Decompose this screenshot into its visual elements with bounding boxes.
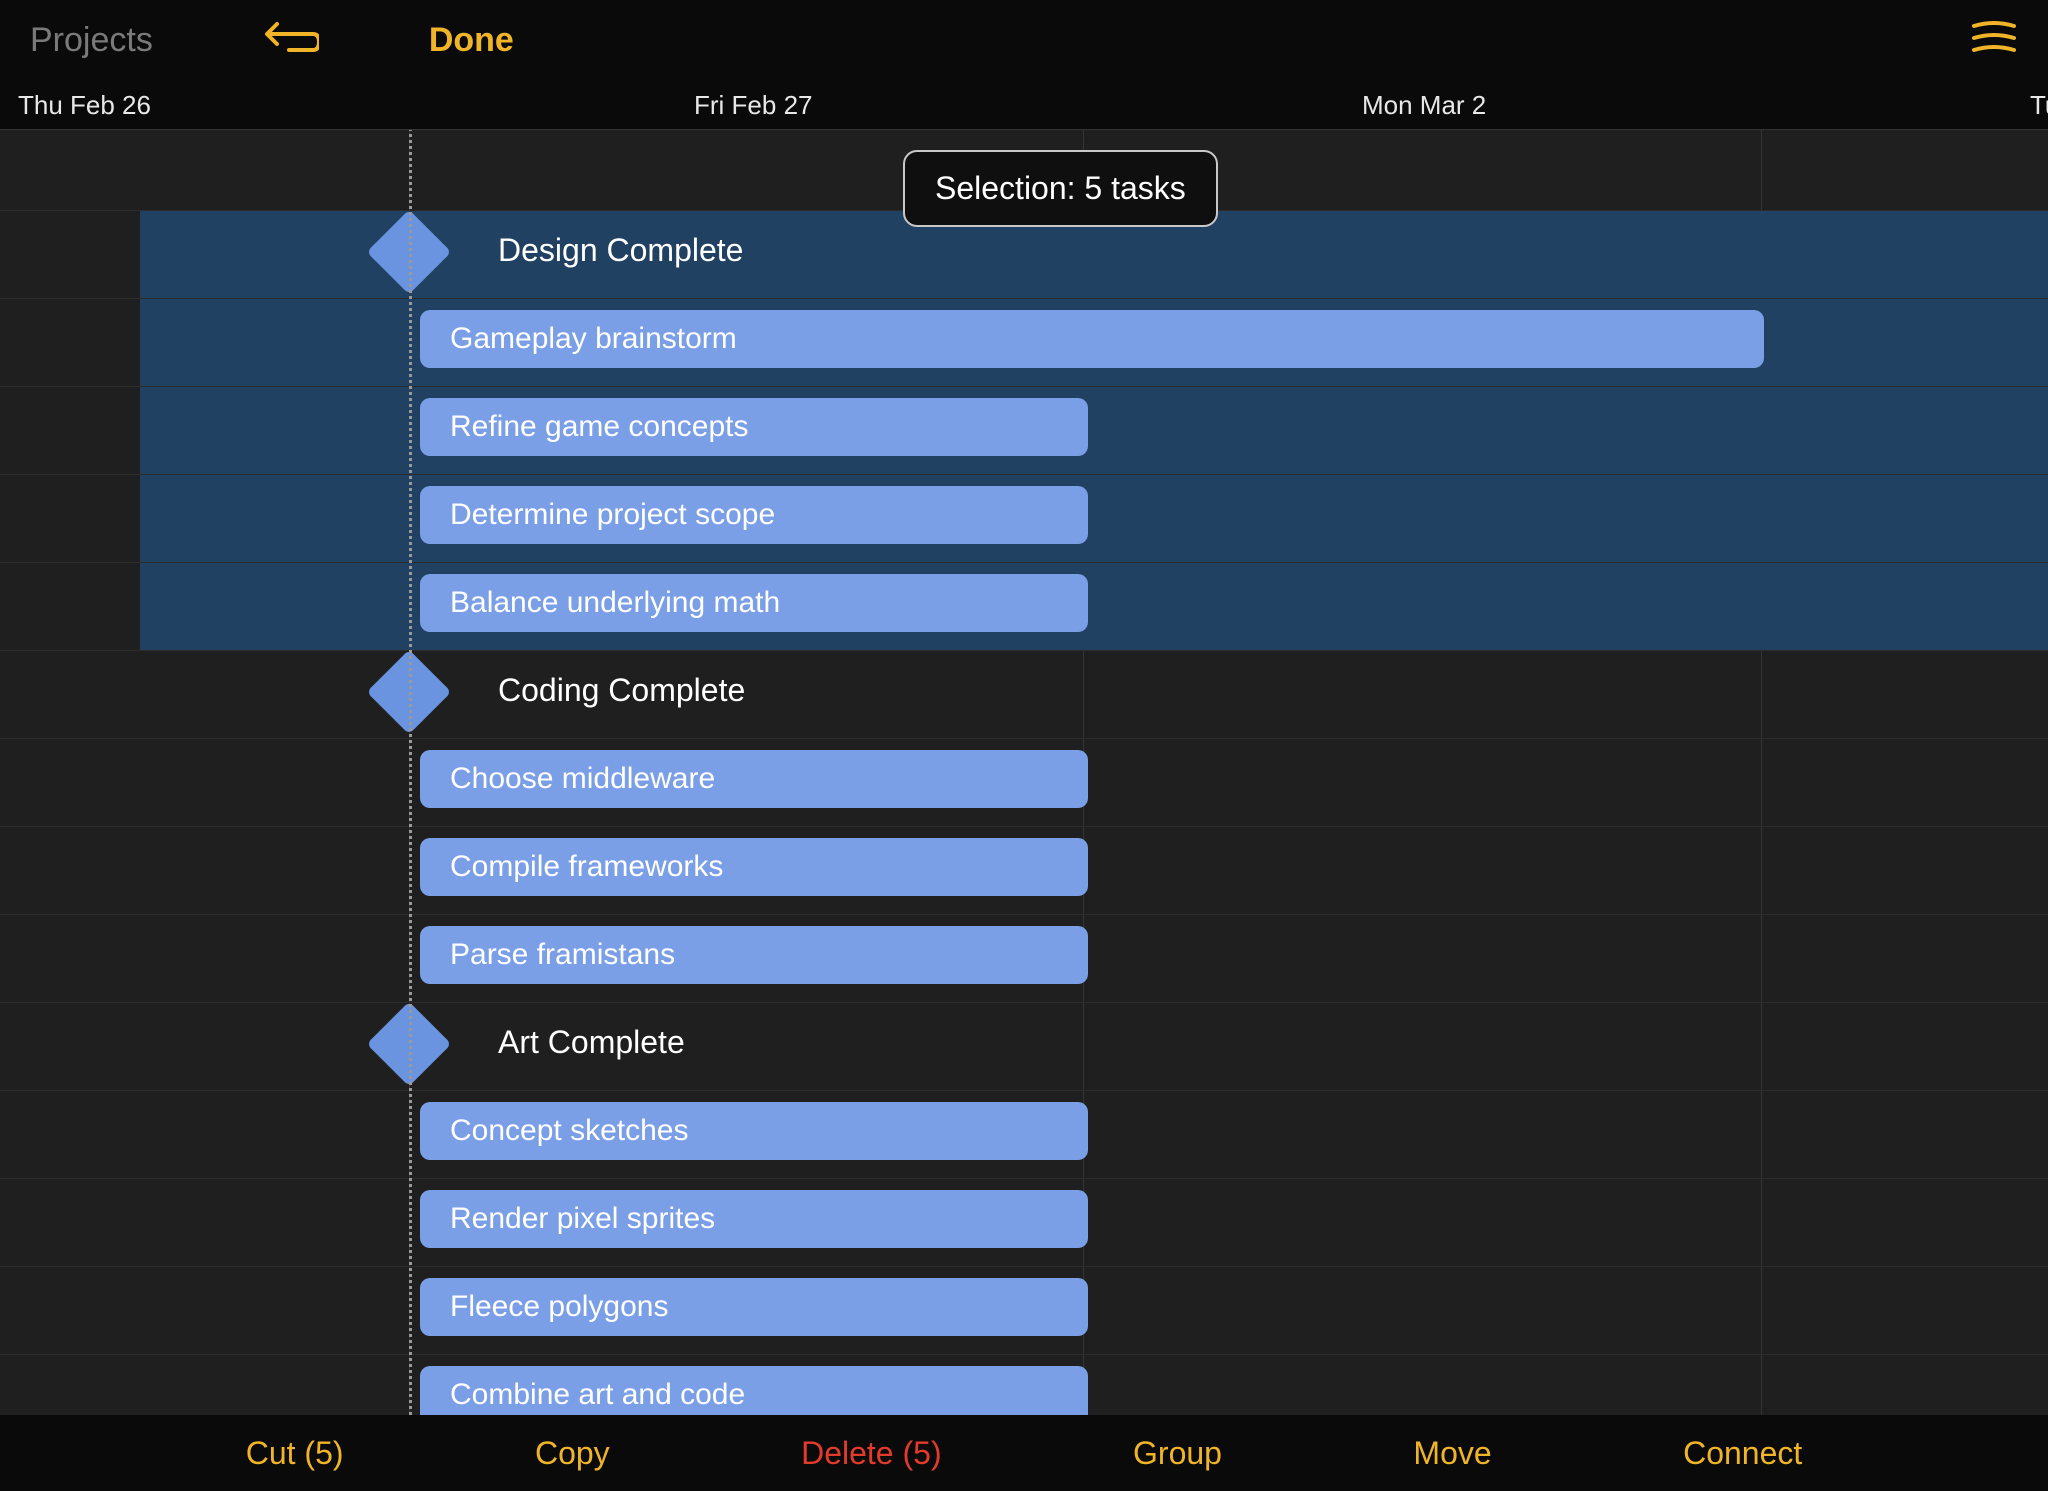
projects-button[interactable]: Projects <box>30 21 153 60</box>
task-label: Compile frameworks <box>450 850 723 884</box>
top-navbar: Projects Done <box>0 0 2048 80</box>
done-button[interactable]: Done <box>429 21 514 60</box>
milestone-label[interactable]: Coding Complete <box>498 672 745 709</box>
undo-button[interactable] <box>263 20 319 60</box>
undo-icon <box>263 20 319 60</box>
row-divider <box>0 738 2048 739</box>
task-label: Choose middleware <box>450 762 715 796</box>
task-bar[interactable]: Compile frameworks <box>420 838 1088 896</box>
copy-button[interactable]: Copy <box>535 1435 610 1472</box>
task-label: Combine art and code <box>450 1378 745 1412</box>
task-bar[interactable]: Fleece polygons <box>420 1278 1088 1336</box>
task-label: Refine game concepts <box>450 410 749 444</box>
milestone-label[interactable]: Design Complete <box>498 232 743 269</box>
row-divider <box>0 562 2048 563</box>
task-bar[interactable]: Combine art and code <box>420 1366 1088 1421</box>
row-divider <box>0 474 2048 475</box>
timeline-canvas[interactable]: Selection: 5 tasks Design Complete Gamep… <box>0 130 2048 1421</box>
delete-button[interactable]: Delete (5) <box>801 1435 942 1472</box>
move-button[interactable]: Move <box>1413 1435 1491 1472</box>
task-label: Balance underlying math <box>450 586 780 620</box>
task-bar[interactable]: Determine project scope <box>420 486 1088 544</box>
date-label: Tu <box>2030 90 2048 121</box>
row-divider <box>0 386 2048 387</box>
selection-tooltip: Selection: 5 tasks <box>903 150 1218 227</box>
row-divider <box>0 826 2048 827</box>
task-label: Determine project scope <box>450 498 775 532</box>
row-divider <box>0 298 2048 299</box>
row-divider <box>0 1178 2048 1179</box>
playhead-line[interactable] <box>409 130 412 1421</box>
task-bar[interactable]: Choose middleware <box>420 750 1088 808</box>
bottom-action-bar: Cut (5) Copy Delete (5) Group Move Conne… <box>0 1415 2048 1491</box>
stacked-lines-icon <box>1970 18 2018 58</box>
task-bar[interactable]: Balance underlying math <box>420 574 1088 632</box>
task-bar[interactable]: Gameplay brainstorm <box>420 310 1764 368</box>
milestone-label[interactable]: Art Complete <box>498 1024 685 1061</box>
task-label: Gameplay brainstorm <box>450 322 737 356</box>
task-label: Parse framistans <box>450 938 675 972</box>
cut-button[interactable]: Cut (5) <box>246 1435 344 1472</box>
menu-button[interactable] <box>1970 18 2018 63</box>
task-label: Concept sketches <box>450 1114 688 1148</box>
task-bar[interactable]: Concept sketches <box>420 1102 1088 1160</box>
task-bar[interactable]: Refine game concepts <box>420 398 1088 456</box>
task-label: Render pixel sprites <box>450 1202 715 1236</box>
date-label: Fri Feb 27 <box>694 90 813 121</box>
row-divider <box>0 1090 2048 1091</box>
date-header: Thu Feb 26 Fri Feb 27 Mon Mar 2 Tu <box>0 80 2048 130</box>
connect-button[interactable]: Connect <box>1683 1435 1802 1472</box>
row-divider <box>0 650 2048 651</box>
row-divider <box>0 1354 2048 1355</box>
row-divider <box>0 1266 2048 1267</box>
task-bar[interactable]: Render pixel sprites <box>420 1190 1088 1248</box>
task-bar[interactable]: Parse framistans <box>420 926 1088 984</box>
group-button[interactable]: Group <box>1133 1435 1222 1472</box>
row-divider <box>0 1002 2048 1003</box>
row-divider <box>0 914 2048 915</box>
date-label: Thu Feb 26 <box>18 90 151 121</box>
task-label: Fleece polygons <box>450 1290 668 1324</box>
date-label: Mon Mar 2 <box>1362 90 1486 121</box>
